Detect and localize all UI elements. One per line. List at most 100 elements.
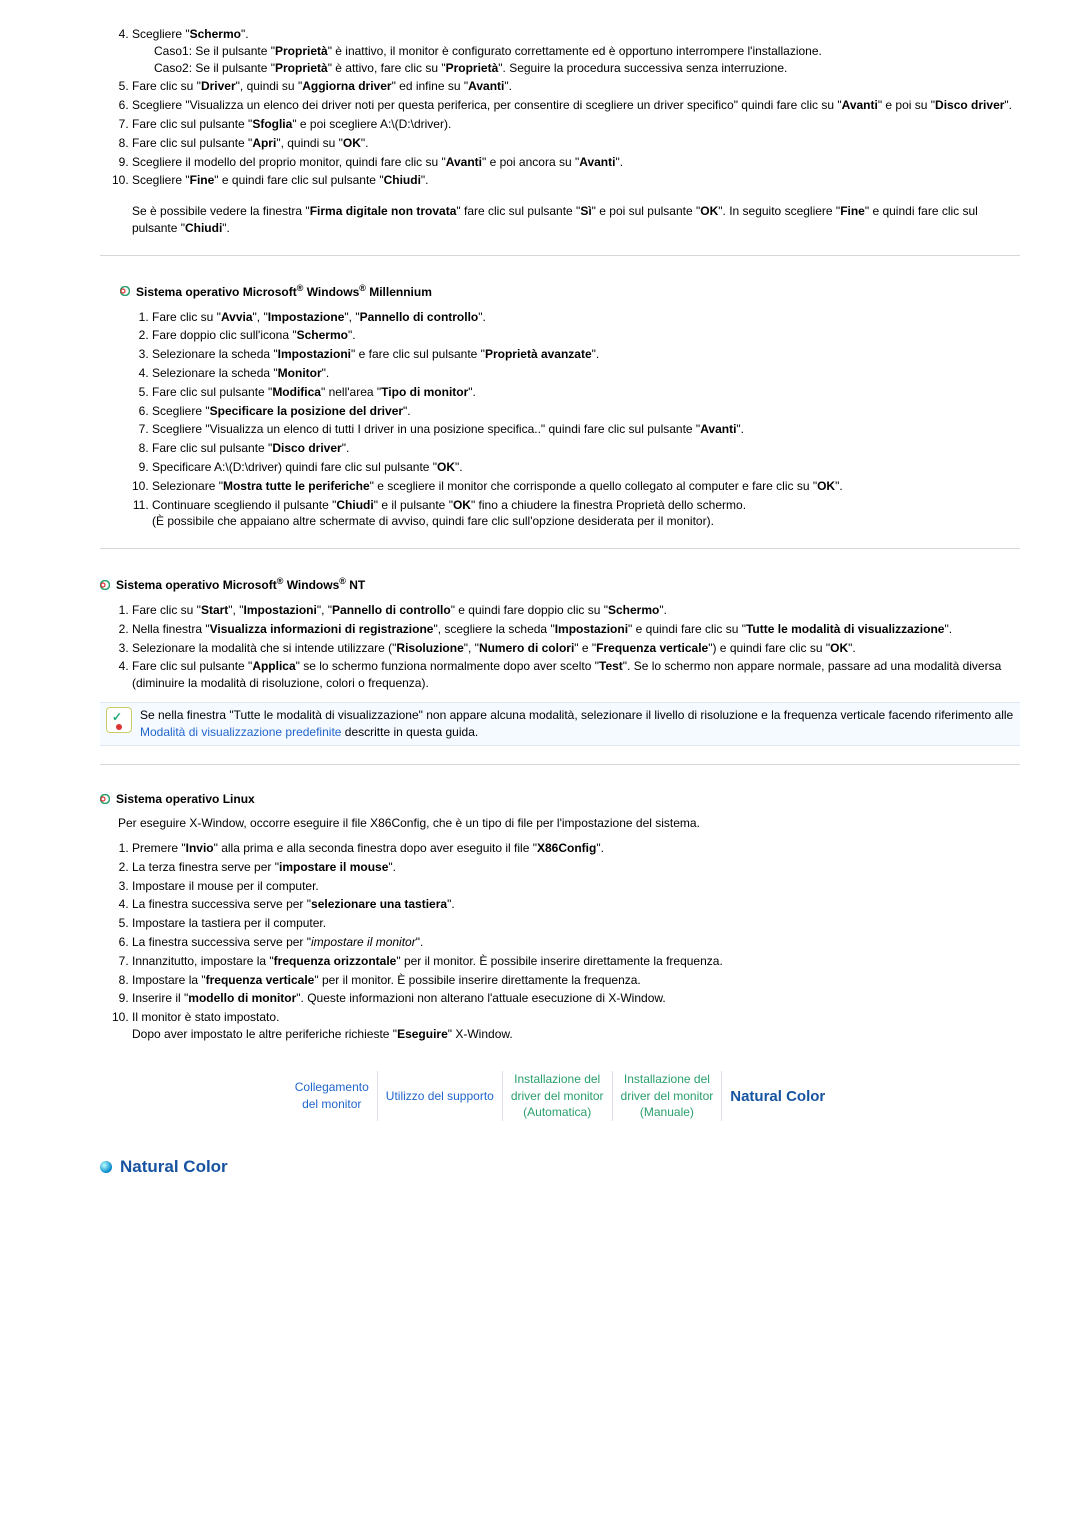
text: " è inattivo, il monitor è configurato c… [328,44,822,58]
text: ". [944,622,952,636]
parenthetical: (È possibile che appaiano altre schermat… [152,513,1020,530]
bold: Schermo [190,27,241,41]
text: Scegliere il modello del proprio monitor… [132,155,446,169]
text: Il monitor è stato impostato. [132,1010,279,1024]
text: Fare clic su " [152,310,221,324]
footer-nav: Collegamento del monitor Utilizzo del su… [287,1071,834,1121]
italic: impostare il monitor [311,935,416,949]
text: Fare clic sul pulsante " [132,117,252,131]
heading-millennium: Sistema operativo Microsoft® Windows® Mi… [120,282,1020,301]
list-item: Scegliere "Visualizza un elenco dei driv… [132,97,1020,114]
text: Fare clic su " [132,603,201,617]
text: ". [835,479,843,493]
heading-text: Sistema operativo Microsoft® Windows® Mi… [136,282,432,301]
nav-label: del monitor [302,1097,361,1111]
section-title: Natural Color [120,1155,228,1179]
list-item: Fare clic sul pulsante "Apri", quindi su… [132,135,1020,152]
intro-paragraph: Per eseguire X-Window, occorre eseguire … [118,815,1020,832]
text: Selezionare " [152,479,223,493]
text: ". [222,221,230,235]
list-item: Innanzitutto, impostare la "frequenza or… [132,953,1020,970]
text: ", quindi su " [236,79,303,93]
text: " è attivo, fare clic su " [328,61,446,75]
bold: modello di monitor [188,991,296,1005]
text: " e poi scegliere A:\(D:\driver). [292,117,451,131]
nav-link-natural-color[interactable]: Natural Color [722,1071,834,1121]
list-item: Selezionare la modalità che si intende u… [132,640,1020,657]
bold: Chiudi [384,173,421,187]
nav-link-install-manual[interactable]: Installazione del driver del monitor (Ma… [612,1071,722,1121]
note-paragraph: Se è possibile vedere la finestra "Firma… [132,203,1020,237]
text: Innanzitutto, impostare la " [132,954,274,968]
nav-link-support[interactable]: Utilizzo del supporto [377,1071,502,1121]
list-item: Premere "Invio" alla prima e alla second… [132,840,1020,857]
text: Fare clic su " [132,79,201,93]
text: " e scegliere il monitor che corrisponde… [370,479,817,493]
text: ". [468,385,476,399]
nav-label: Collegamento [295,1080,369,1094]
bold: Avanti [700,422,736,436]
list-item: Scegliere "Schermo". Caso1: Se il pulsan… [132,26,1020,76]
list-item: Fare clic su "Start", "Impostazioni", "P… [132,602,1020,619]
preset-modes-link[interactable]: Modalità di visualizzazione predefinite [140,725,341,739]
bold: Proprietà [275,44,328,58]
text: Caso1: Se il pulsante " [154,44,275,58]
text: " e fare clic sul pulsante " [351,347,485,361]
bold: Apri [252,136,276,150]
text: Windows [283,578,339,592]
bold: Disco driver [272,441,341,455]
text: Dopo aver impostato le altre periferiche… [132,1027,397,1041]
text: ". [455,460,463,474]
bold: Impostazioni [278,347,351,361]
text: " per il monitor. È possibile inserire d… [396,954,722,968]
bold: Eseguire [397,1027,448,1041]
bold: Fine [190,173,215,187]
text: ". [592,347,600,361]
bold: frequenza verticale [206,973,315,987]
bold: Mostra tutte le periferiche [223,479,370,493]
text: ". [348,328,356,342]
text: ". [241,27,249,41]
subtext: Caso1: Se il pulsante "Proprietà" è inat… [132,43,1020,60]
bold: Pannello di controllo [360,310,479,324]
text: " fino a chiudere la finestra Proprietà … [471,498,746,512]
list-item: Impostare la "frequenza verticale" per i… [132,972,1020,989]
text: ", " [464,641,479,655]
bold: Sì [580,204,591,218]
text: ". [736,422,744,436]
nav-link-connection[interactable]: Collegamento del monitor [287,1071,378,1121]
bold: Visualizza informazioni di registrazione [210,622,434,636]
bold: Test [599,659,623,673]
text: Windows [303,285,359,299]
text: Scegliere "Visualizza un elenco di tutti… [152,422,700,436]
divider [100,255,1020,256]
text: ". [659,603,667,617]
bold: Impostazione [268,310,345,324]
list-item: Fare clic sul pulsante "Disco driver". [152,440,1020,457]
list-item: Selezionare "Mostra tutte le periferiche… [152,478,1020,495]
text: " nell'area " [321,385,381,399]
text: Se nella finestra "Tutte le modalità di … [140,708,1013,722]
list-item: La finestra successiva serve per "impost… [132,934,1020,951]
text: Sistema operativo Microsoft [136,285,297,299]
instruction-list-4: Premere "Invio" alla prima e alla second… [100,840,1020,1043]
nav-link-install-auto[interactable]: Installazione del driver del monitor (Au… [502,1071,612,1121]
text: Fare clic sul pulsante " [152,441,272,455]
bold: Avanti [579,155,615,169]
text: " fare clic sul pulsante " [456,204,580,218]
registered-icon: ® [359,283,366,293]
heading-linux: Sistema operativo Linux [100,791,1020,808]
bold: Sfoglia [252,117,292,131]
nav-label: driver del monitor [511,1089,604,1103]
section-heading-natural-color: Natural Color [100,1155,1020,1179]
bold: frequenza orizzontale [274,954,397,968]
text: Scegliere " [132,27,190,41]
bold: Avanti [446,155,482,169]
text: Scegliere " [152,404,210,418]
text: ". [1004,98,1012,112]
text: Selezionare la scheda " [152,347,278,361]
bold: Firma digitale non trovata [310,204,457,218]
text: Sistema operativo Microsoft [116,578,277,592]
text: Specificare A:\(D:\driver) quindi fare c… [152,460,437,474]
text: Scegliere "Visualizza un elenco dei driv… [132,98,842,112]
